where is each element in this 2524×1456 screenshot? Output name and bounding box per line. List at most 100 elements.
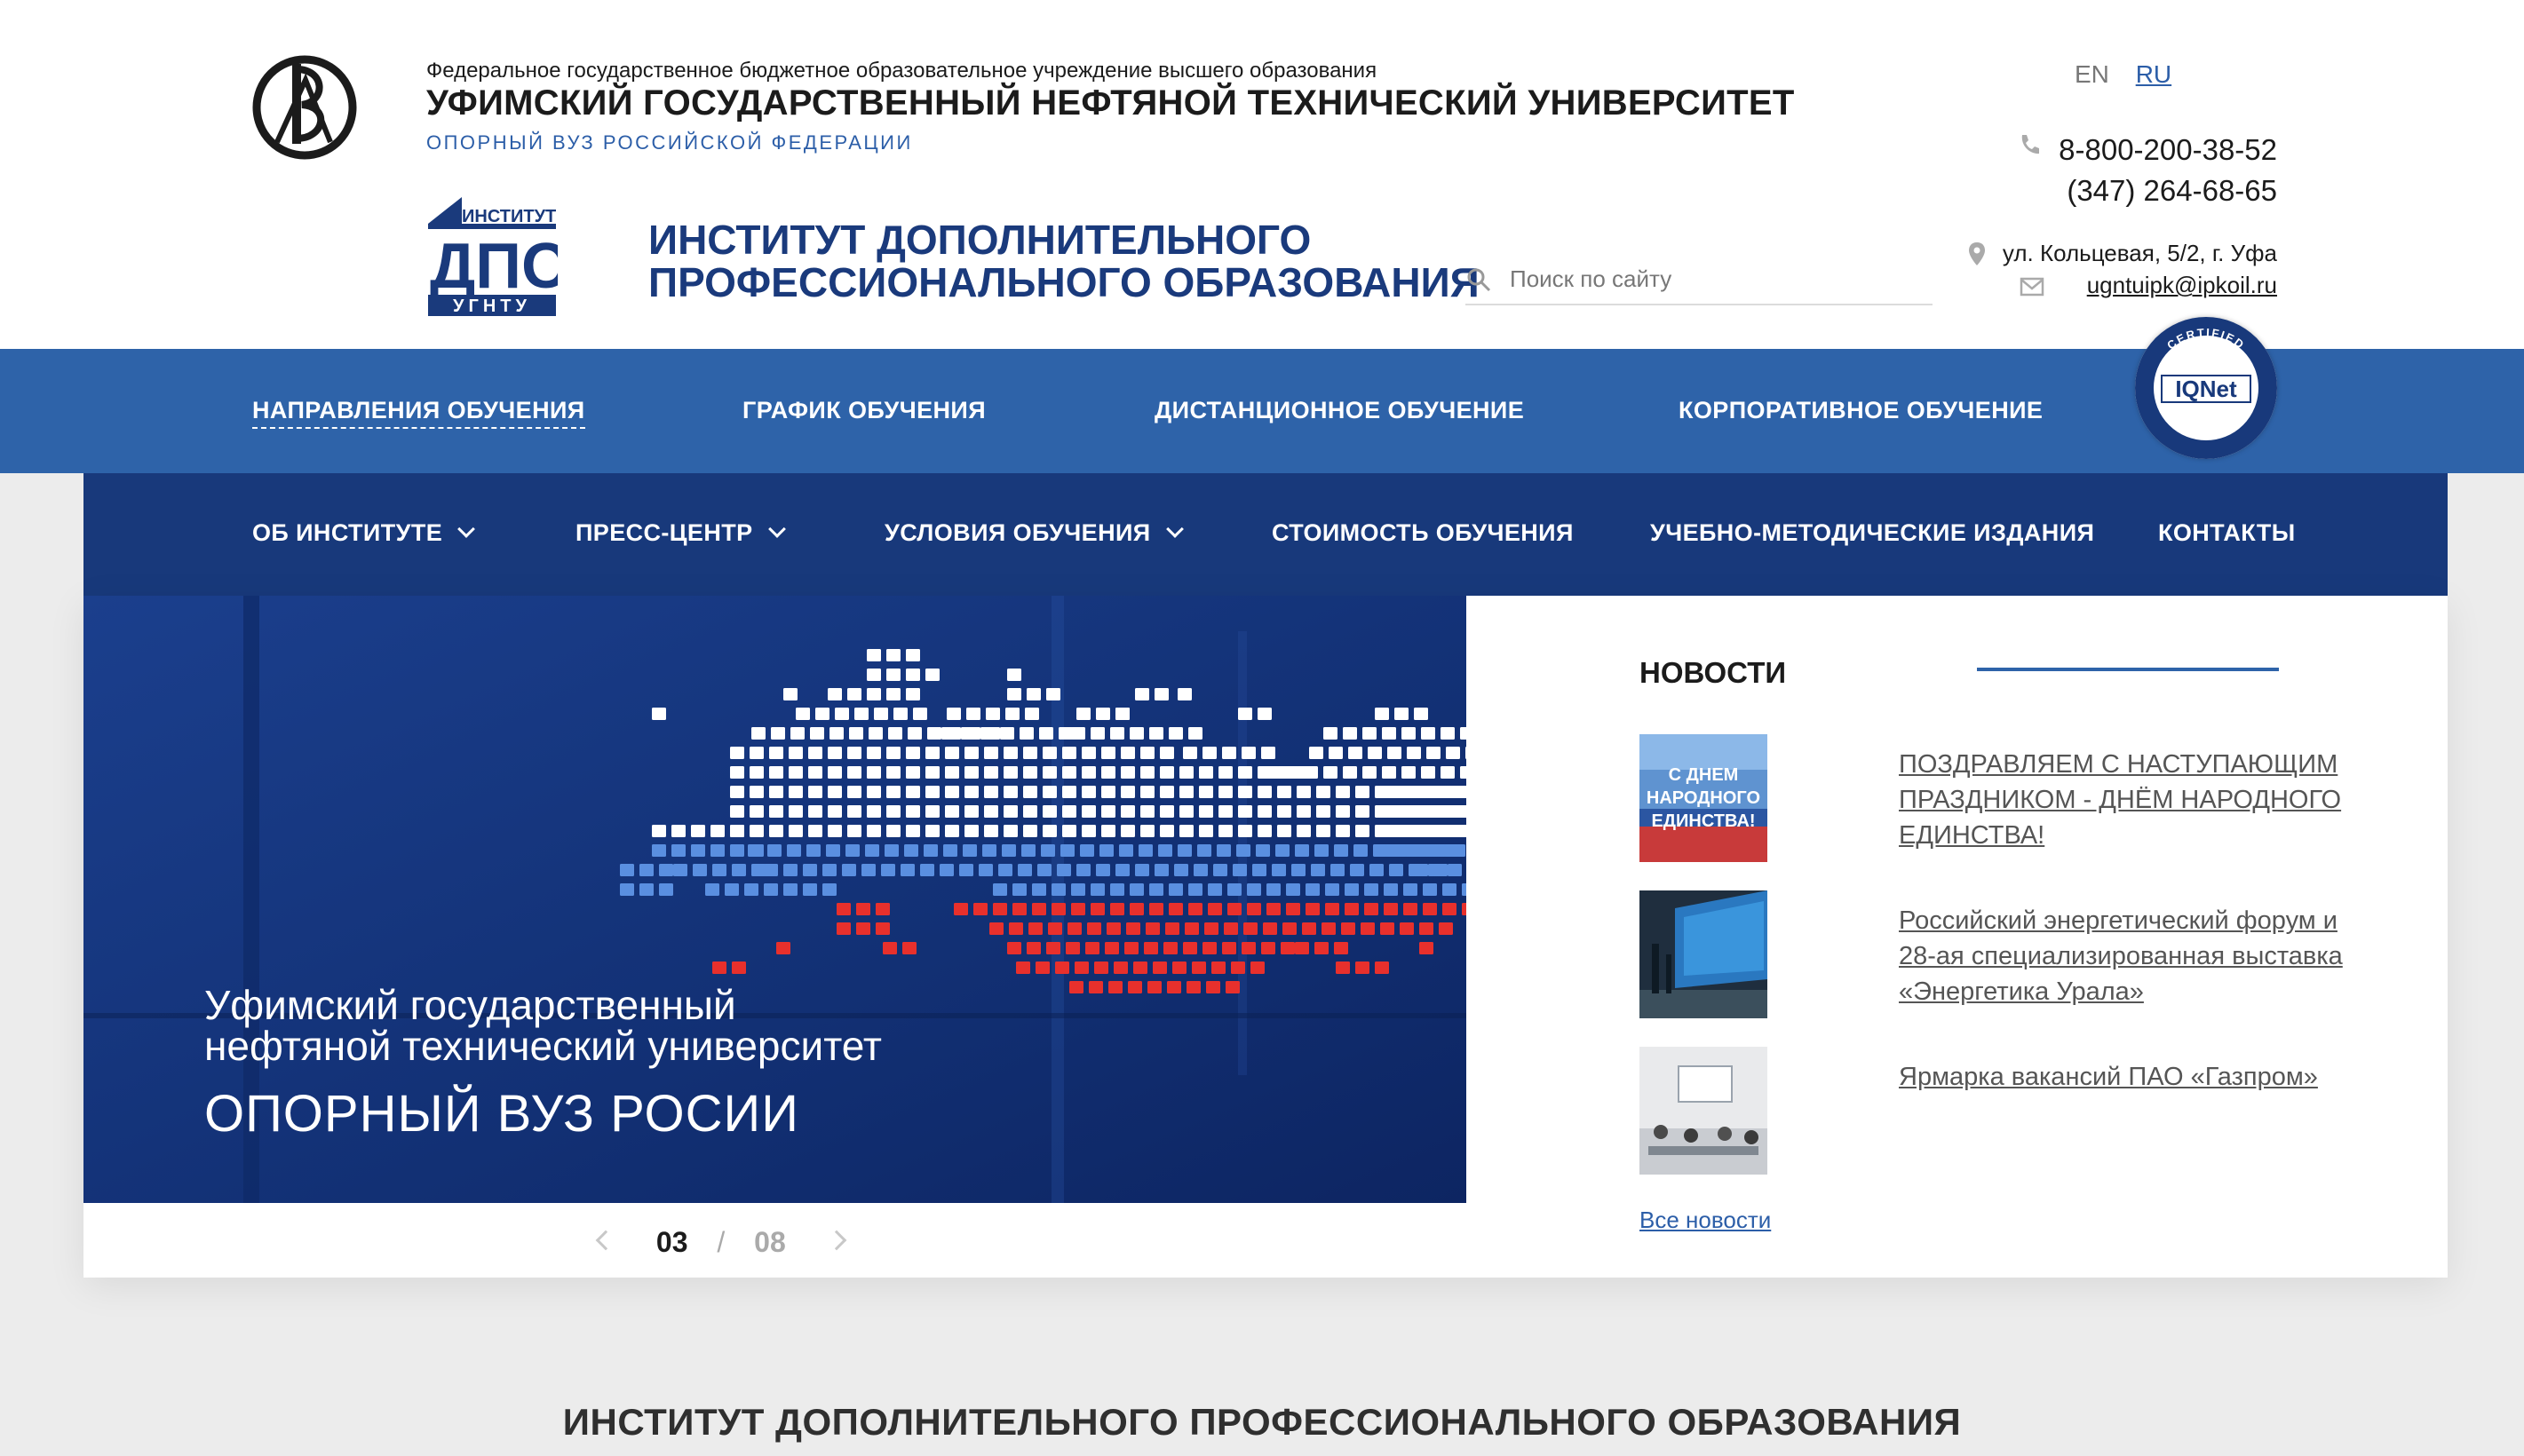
map-dot [1062,747,1076,759]
institute-logo[interactable]: ИНСТИТУТ ДПО УГНТУ [426,195,558,316]
nav-distance-learning[interactable]: ДИСТАНЦИОННОЕ ОБУЧЕНИЕ [1155,397,1524,424]
news-thumbnail-gazprom-fair[interactable] [1639,1047,1767,1175]
phone-number-tollfree[interactable]: 8-800-200-38-52 [2059,130,2277,170]
university-subtitle: Федеральное государственное бюджетное об… [426,59,1377,83]
map-dot [906,747,920,759]
lang-ru-link[interactable]: RU [2136,60,2171,89]
nav-study-conditions[interactable]: УСЛОВИЯ ОБУЧЕНИЯ [885,519,1184,547]
nav-training-schedule[interactable]: ГРАФИК ОБУЧЕНИЯ [742,397,986,424]
hero-slider[interactable]: Уфимский государственный нефтяной технич… [83,596,1466,1203]
news-link-gazprom-fair[interactable]: Ярмарка вакансий ПАО «Газпром» [1899,1059,2361,1095]
map-dot [1444,786,1458,798]
map-dot [941,727,956,740]
map-dot [1311,864,1325,876]
map-dot [945,786,959,798]
map-dot [808,786,822,798]
map-dot [1353,844,1368,857]
nav-corporate-training[interactable]: КОРПОРАТИВНОЕ ОБУЧЕНИЕ [1679,397,2043,424]
map-dot [1043,825,1057,837]
map-dot [789,786,803,798]
nav-methodical-publications[interactable]: УЧЕБНО-МЕТОДИЧЕСКИЕ ИЗДАНИЯ [1650,519,2094,547]
map-dot [1238,825,1252,837]
map-dot [1336,786,1350,798]
map-dot [1197,844,1211,857]
map-dot [925,825,940,837]
map-dot [1261,942,1275,954]
map-dot [1423,903,1437,915]
map-dot [1000,727,1014,740]
map-dot [1188,903,1202,915]
slide-caption-line2: нефтяной технический университет [204,1023,882,1069]
contact-email-link[interactable]: ugntuipk@ipkoil.ru [2087,272,2277,299]
map-dot [980,727,995,740]
news-thumbnail-energy-forum[interactable] [1639,890,1767,1018]
map-dot [1023,786,1037,798]
map-dot [1275,844,1290,857]
news-link-energy-forum[interactable]: Российский энергетический форум и 28-ая … [1899,903,2361,1009]
map-dot [1224,922,1238,935]
nav-about-institute[interactable]: ОБ ИНСТИТУТЕ [252,519,476,547]
news-link-unity-day[interactable]: ПОЗДРАВЛЯЕМ С НАСТУПАЮЩИМ ПРАЗДНИКОМ - Д… [1899,747,2361,853]
phone-number-local[interactable]: (347) 264-68-65 [2059,170,2277,211]
map-dot [1208,883,1222,896]
map-dot [1375,708,1389,720]
map-dot [1153,961,1167,974]
map-dot [920,864,934,876]
map-dot [1133,961,1147,974]
map-dot [835,708,849,720]
map-dot [1165,922,1179,935]
map-dot [1110,883,1124,896]
map-dot [806,844,821,857]
map-dot [796,708,810,720]
news-thumbnail-unity-day[interactable]: С ДНЕМ НАРОДНОГО ЕДИНСТВА! [1639,734,1767,862]
map-dot [1250,961,1265,974]
map-dot [998,864,1012,876]
map-dot [925,786,940,798]
map-dot [1091,727,1105,740]
map-dot [1242,942,1256,954]
iqnet-certification-badge[interactable]: CERTIFIED MANAGEMENT SYSTEM IQNet [2135,317,2277,459]
map-dot [1400,922,1414,935]
nav-contacts[interactable]: КОНТАКТЫ [2158,519,2296,547]
university-logo[interactable] [250,53,359,162]
nav-tuition-cost[interactable]: СТОИМОСТЬ ОБУЧЕНИЯ [1272,519,1574,547]
nav-education-directions[interactable]: НАПРАВЛЕНИЯ ОБУЧЕНИЯ [252,397,585,429]
map-dot [790,727,805,740]
map-dot [842,864,856,876]
map-dot [1052,903,1066,915]
chevron-left-icon[interactable] [595,1230,616,1251]
lang-en-link[interactable]: EN [2075,60,2109,89]
map-dot [1082,786,1096,798]
section-title: ИНСТИТУТ ДОПОЛНИТЕЛЬНОГО ПРОФЕССИОНАЛЬНО… [562,1401,1962,1443]
map-dot [925,747,940,759]
map-dot [1140,786,1155,798]
map-dot [1304,766,1318,779]
institute-name: ИНСТИТУТ ДОПОЛНИТЕЛЬНОГО ПРОФЕССИОНАЛЬНО… [648,218,1480,304]
map-dot [1076,708,1091,720]
nav-press-center[interactable]: ПРЕСС-ЦЕНТР [575,519,786,547]
search-input[interactable] [1510,261,1927,297]
map-dot [954,903,968,915]
map-dot [730,805,744,818]
map-dot [876,922,890,935]
map-dot [1046,688,1060,700]
map-dot [1348,747,1362,759]
map-dot [808,805,822,818]
map-dot [808,747,822,759]
map-dot [1330,864,1345,876]
map-dot [1277,805,1291,818]
map-dot [993,883,1007,896]
map-dot [1218,825,1233,837]
all-news-link[interactable]: Все новости [1639,1207,1771,1234]
map-dot [1334,844,1348,857]
map-dot [789,766,803,779]
search-icon[interactable] [1465,266,1492,293]
map-dot [886,766,901,779]
map-dot [1206,981,1220,993]
map-dot [1115,864,1130,876]
map-dot [1343,766,1357,779]
chevron-right-icon[interactable] [826,1230,846,1251]
map-dot [886,649,901,661]
map-dot [1238,805,1252,818]
map-dot [924,844,938,857]
